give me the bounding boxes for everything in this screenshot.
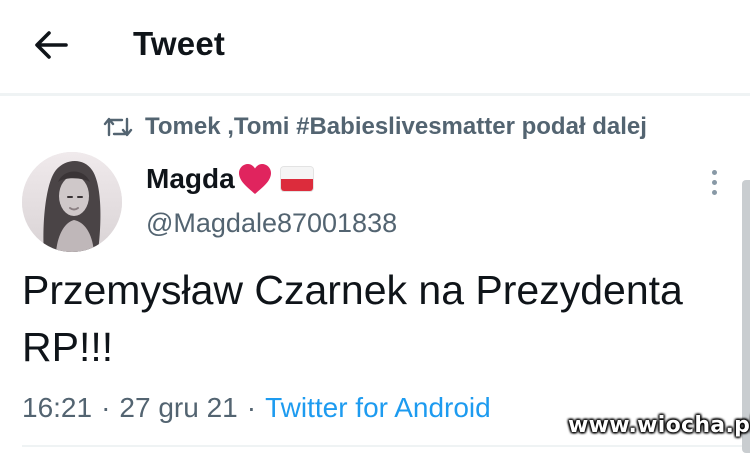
page-title: Tweet bbox=[133, 25, 226, 62]
tweet-source-link[interactable]: Twitter for Android bbox=[265, 392, 491, 424]
poland-flag-icon bbox=[280, 167, 313, 191]
tweet-text: Przemysław Czarnek na Prezydenta RP!!! bbox=[22, 267, 683, 370]
tweet-metadata: 16:21 · 27 gru 21 · Twitter for Android bbox=[22, 389, 491, 427]
arrow-left-icon bbox=[35, 31, 68, 59]
tweet-time[interactable]: 16:21 bbox=[22, 392, 92, 424]
retweet-label: Tomek ,Tomi #Babieslivesmatter podał dal… bbox=[145, 113, 647, 140]
divider bbox=[22, 445, 742, 447]
retweet-context[interactable]: Tomek ,Tomi #Babieslivesmatter podał dal… bbox=[103, 110, 647, 144]
tweet-date[interactable]: 27 gru 21 bbox=[119, 392, 237, 424]
back-button[interactable] bbox=[28, 22, 74, 68]
author-name-row[interactable]: Magda bbox=[146, 160, 313, 198]
avatar[interactable] bbox=[22, 152, 122, 252]
author-handle[interactable]: @Magdale87001838 bbox=[146, 205, 397, 241]
header-divider bbox=[0, 93, 750, 96]
watermark: www.wiocha.pl bbox=[568, 413, 750, 438]
red-heart-icon bbox=[237, 162, 275, 196]
meta-separator: · bbox=[246, 392, 257, 423]
retweet-icon bbox=[103, 115, 133, 139]
meta-separator: · bbox=[101, 392, 111, 423]
author-display-name: Magda bbox=[146, 163, 235, 194]
more-options-icon[interactable] bbox=[700, 164, 728, 200]
top-bar: Tweet bbox=[0, 0, 750, 88]
